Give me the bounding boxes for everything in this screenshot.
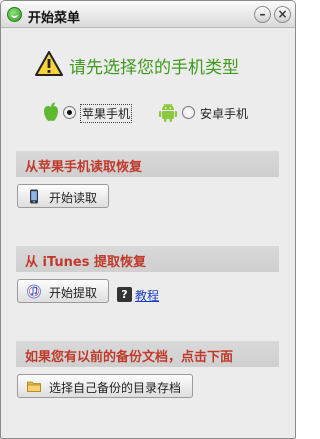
close-button[interactable]: × (274, 6, 291, 23)
start-extract-button[interactable]: 开始提取 (17, 279, 109, 303)
app-logo-icon (7, 7, 22, 22)
title-bar[interactable]: 开始菜单 – × (1, 1, 295, 28)
section-title-iphone: 从苹果手机读取恢复 (25, 160, 143, 175)
heading-text: 请先选择您的手机类型 (69, 58, 239, 78)
app-window: 开始菜单 – × 请先选择您的手机类型 苹果手机 安卓手机 从苹果手机读取恢复 … (0, 0, 296, 439)
radio-label-android[interactable]: 安卓手机 (200, 105, 248, 122)
start-extract-label: 开始提取 (49, 286, 98, 300)
section-itunes-restore: 从 iTunes 提取恢复 (16, 246, 279, 272)
choose-backup-folder-label: 选择自己备份的目录存档 (49, 381, 182, 395)
folder-icon (27, 381, 41, 392)
help-book-icon: ? (117, 287, 132, 302)
tutorial-link[interactable]: 教程 (135, 287, 159, 304)
window-title: 开始菜单 (28, 11, 81, 26)
section-iphone-restore: 从苹果手机读取恢复 (16, 151, 279, 177)
section-title-itunes: 从 iTunes 提取恢复 (25, 255, 147, 270)
warning-icon (35, 51, 63, 76)
choose-backup-folder-button[interactable]: 选择自己备份的目录存档 (17, 374, 193, 398)
phone-icon (30, 189, 38, 204)
minimize-button[interactable]: – (254, 6, 271, 23)
radio-android[interactable] (182, 106, 195, 119)
phone-type-selector: 苹果手机 安卓手机 (1, 101, 295, 125)
itunes-icon (27, 284, 41, 299)
apple-icon (44, 102, 58, 121)
radio-label-apple[interactable]: 苹果手机 (80, 104, 133, 123)
start-read-label: 开始读取 (49, 191, 98, 205)
radio-apple[interactable] (63, 106, 76, 119)
android-icon (159, 103, 177, 122)
section-backup-restore: 如果您有以前的备份文档，点击下面 (16, 341, 279, 367)
section-title-backup: 如果您有以前的备份文档，点击下面 (25, 350, 234, 365)
main-content: 请先选择您的手机类型 苹果手机 安卓手机 从苹果手机读取恢复 开始读取 从 iT… (1, 29, 295, 438)
start-read-button[interactable]: 开始读取 (17, 184, 109, 208)
